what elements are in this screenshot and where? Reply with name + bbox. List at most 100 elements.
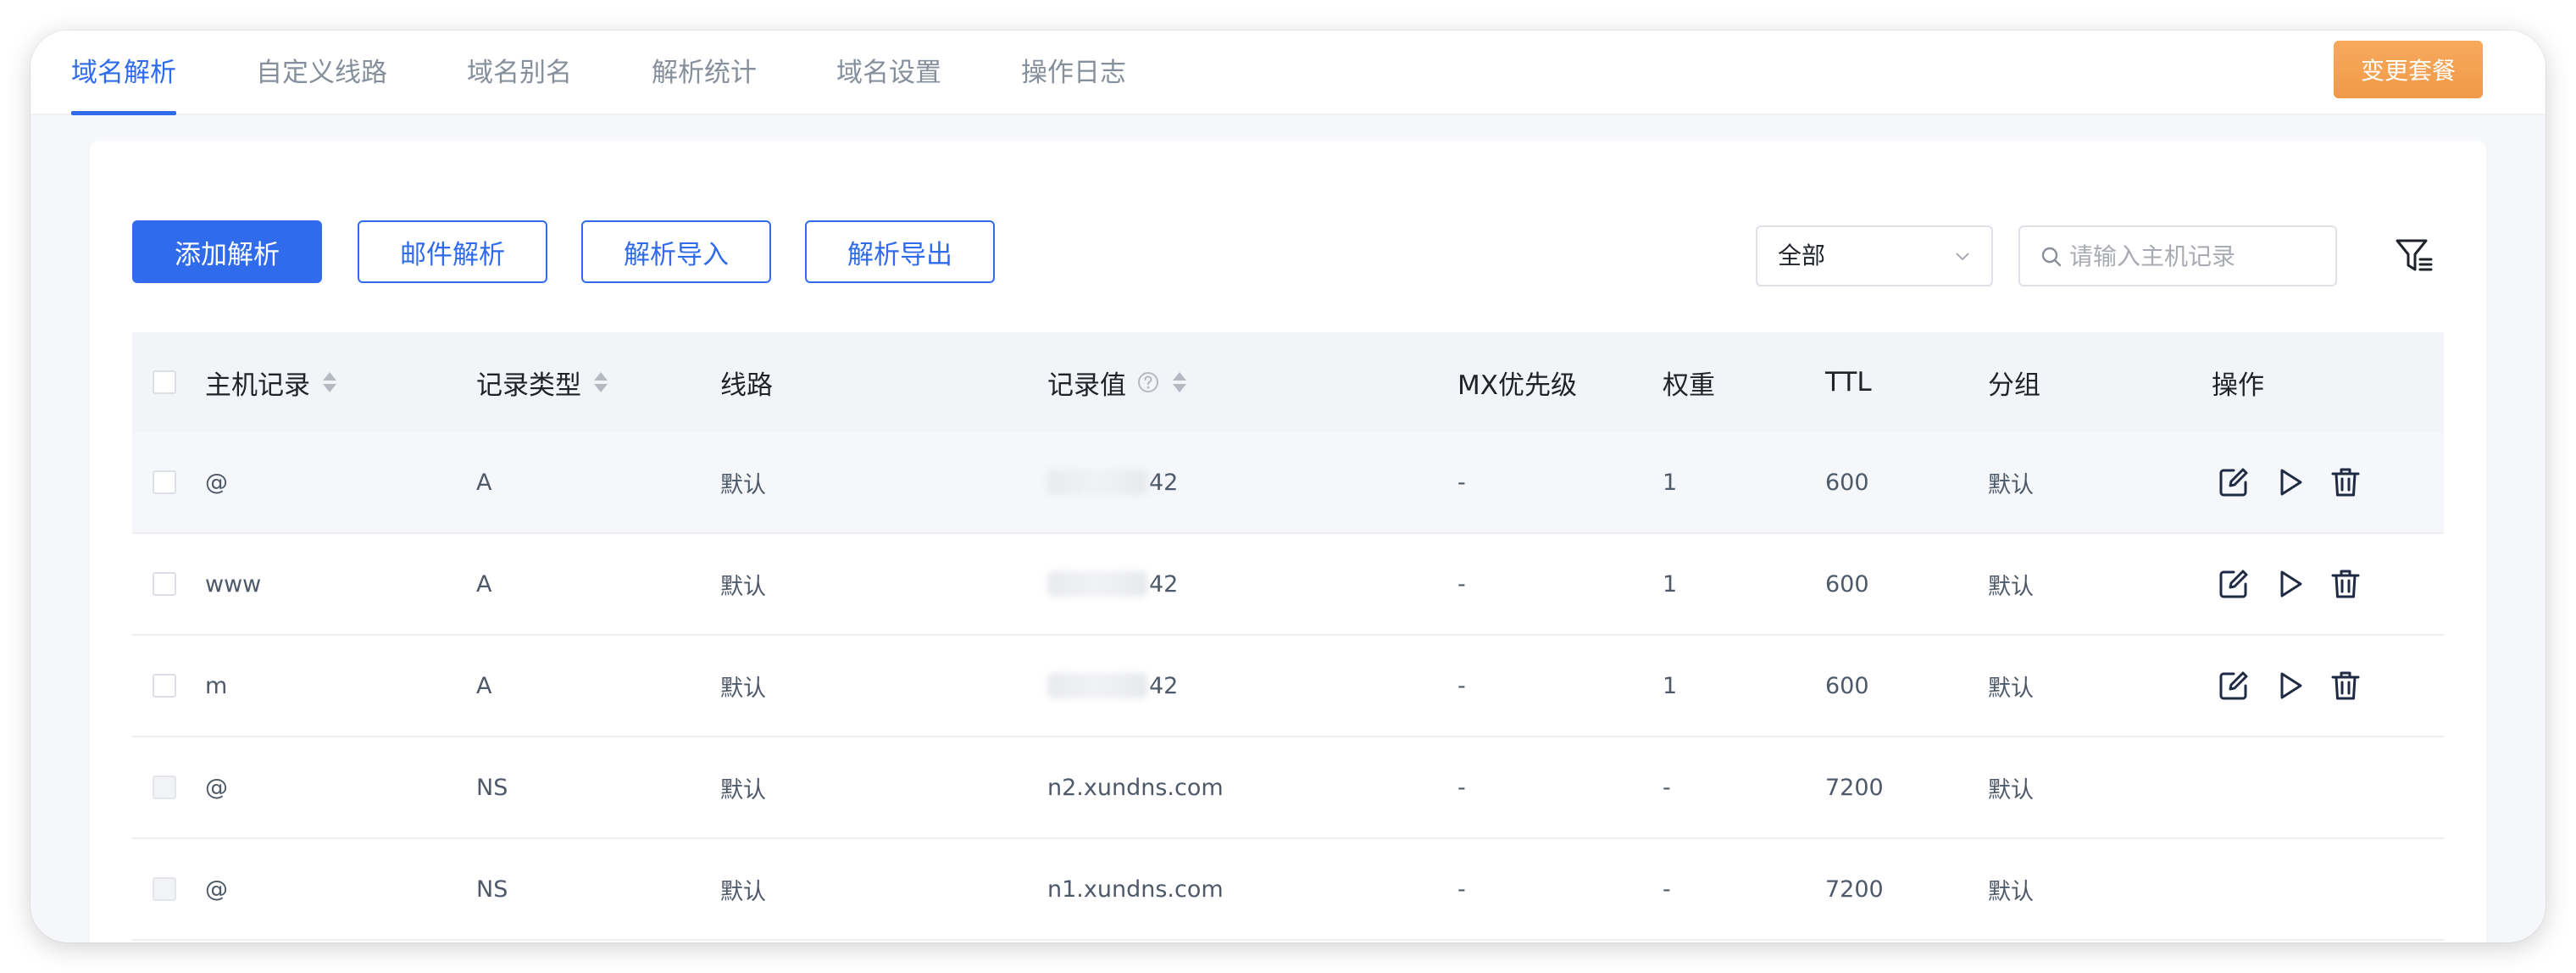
tab-operation-log[interactable]: 操作日志 (1021, 31, 1126, 115)
top-navigation: 域名解析 自定义线路 域名别名 解析统计 域名设置 操作日志 变更套餐 (31, 31, 2545, 115)
table-row[interactable]: m A 默认 42 - 1 600 默认 (132, 636, 2444, 737)
row-type: NS (476, 774, 508, 801)
row-ttl: 7200 (1825, 774, 1884, 801)
row-value: n1.xundns.com (1047, 876, 1224, 903)
row-checkbox[interactable] (153, 470, 176, 494)
filter-icon[interactable] (2395, 236, 2434, 276)
play-icon[interactable] (2273, 465, 2307, 499)
column-ops-label: 操作 (2212, 370, 2264, 401)
play-icon[interactable] (2273, 669, 2307, 703)
row-ttl: 600 (1825, 672, 1869, 699)
row-weight: - (1663, 876, 1671, 903)
row-weight: 1 (1663, 672, 1678, 699)
row-group: 默认 (1988, 675, 2034, 702)
masked-ip (1047, 571, 1147, 597)
row-value-cell: 42 (1047, 432, 1178, 532)
row-checkbox (153, 776, 176, 799)
row-group: 默认 (1988, 878, 2034, 905)
row-mx: - (1457, 876, 1466, 903)
row-type: NS (476, 876, 508, 903)
column-line-label: 线路 (720, 370, 773, 401)
row-value: n2.xundns.com (1047, 774, 1224, 801)
change-plan-button[interactable]: 变更套餐 (2334, 41, 2483, 98)
sort-icon[interactable] (591, 370, 610, 394)
row-value-cell: n1.xundns.com (1047, 839, 1224, 939)
column-mx-label: MX优先级 (1457, 370, 1577, 401)
row-line: 默认 (720, 776, 766, 803)
row-value: 42 (1149, 570, 1179, 598)
import-records-button[interactable]: 解析导入 (581, 220, 771, 283)
host-search-input[interactable] (2069, 227, 2323, 285)
row-host: @ (205, 774, 228, 801)
tab-dns-records[interactable]: 域名解析 (71, 31, 176, 115)
row-mx: - (1457, 774, 1466, 801)
edit-icon[interactable] (2217, 669, 2251, 703)
select-all-checkbox[interactable] (153, 370, 176, 394)
dns-records-table: 主机记录 记录类型 线路 记录值 MX优先级 权重 TTL 分组 操作 @ A … (132, 332, 2444, 941)
tab-dns-statistics[interactable]: 解析统计 (652, 31, 757, 115)
row-group: 默认 (1988, 471, 2034, 498)
search-icon (2041, 247, 2062, 267)
row-ttl: 7200 (1825, 876, 1884, 903)
row-type: A (476, 570, 492, 598)
edit-icon[interactable] (2217, 465, 2251, 499)
row-ttl: 600 (1825, 570, 1869, 598)
column-weight-label: 权重 (1663, 370, 1715, 401)
export-records-button[interactable]: 解析导出 (805, 220, 995, 283)
tab-domain-settings[interactable]: 域名设置 (836, 31, 941, 115)
table-row[interactable]: @ A 默认 42 - 1 600 默认 (132, 432, 2444, 534)
help-circle-icon[interactable] (1136, 370, 1160, 394)
row-value: 42 (1149, 672, 1179, 699)
column-ttl-label: TTL (1825, 367, 1872, 398)
tab-bar: 域名解析 自定义线路 域名别名 解析统计 域名设置 操作日志 (71, 31, 1206, 115)
row-line: 默认 (720, 675, 766, 702)
row-host: @ (205, 876, 228, 903)
row-value-cell: 42 (1047, 534, 1178, 634)
tab-domain-alias[interactable]: 域名别名 (467, 31, 572, 115)
table-body: @ A 默认 42 - 1 600 默认 www A 默认 42 - 1 600… (132, 432, 2444, 941)
row-line: 默认 (720, 878, 766, 905)
row-mx: - (1457, 672, 1466, 699)
add-record-button[interactable]: 添加解析 (132, 220, 322, 283)
row-actions (2217, 432, 2384, 532)
column-value-label: 记录值 (1047, 370, 1126, 401)
edit-icon[interactable] (2217, 567, 2251, 601)
row-mx: - (1457, 469, 1466, 496)
row-value-cell: 42 (1047, 636, 1178, 736)
trash-icon[interactable] (2329, 567, 2362, 601)
mail-record-button[interactable]: 邮件解析 (358, 220, 547, 283)
row-group: 默认 (1988, 573, 2034, 600)
sort-icon[interactable] (1170, 370, 1189, 394)
column-type[interactable]: 记录类型 (476, 332, 610, 432)
column-group: 分组 (1988, 332, 2040, 432)
table-row[interactable]: www A 默认 42 - 1 600 默认 (132, 534, 2444, 636)
row-checkbox[interactable] (153, 674, 176, 698)
trash-icon[interactable] (2329, 669, 2362, 703)
column-group-label: 分组 (1988, 370, 2040, 401)
row-mx: - (1457, 570, 1466, 598)
row-ttl: 600 (1825, 469, 1869, 496)
table-row[interactable]: @ NS 默认 n2.xundns.com - - 7200 默认 (132, 737, 2444, 839)
column-ttl: TTL (1825, 332, 1872, 432)
table-row[interactable]: @ NS 默认 n1.xundns.com - - 7200 默认 (132, 839, 2444, 941)
chevron-down-icon (1956, 253, 1969, 261)
row-type: A (476, 469, 492, 496)
masked-ip (1047, 470, 1147, 495)
trash-icon[interactable] (2329, 465, 2362, 499)
sort-icon[interactable] (320, 370, 339, 394)
column-host-label: 主机记录 (205, 370, 310, 401)
record-type-select-value: 全部 (1778, 242, 1826, 270)
row-weight: 1 (1663, 570, 1678, 598)
row-host: www (205, 570, 262, 598)
row-group: 默认 (1988, 776, 2034, 803)
column-host[interactable]: 主机记录 (205, 332, 339, 432)
row-host: @ (205, 469, 228, 496)
record-type-select[interactable]: 全部 (1756, 225, 1993, 286)
column-value[interactable]: 记录值 (1047, 332, 1189, 432)
row-actions (2217, 534, 2384, 634)
tab-custom-lines[interactable]: 自定义线路 (256, 31, 387, 115)
row-checkbox[interactable] (153, 572, 176, 596)
column-mx-priority: MX优先级 (1457, 332, 1577, 432)
play-icon[interactable] (2273, 567, 2307, 601)
column-weight: 权重 (1663, 332, 1715, 432)
